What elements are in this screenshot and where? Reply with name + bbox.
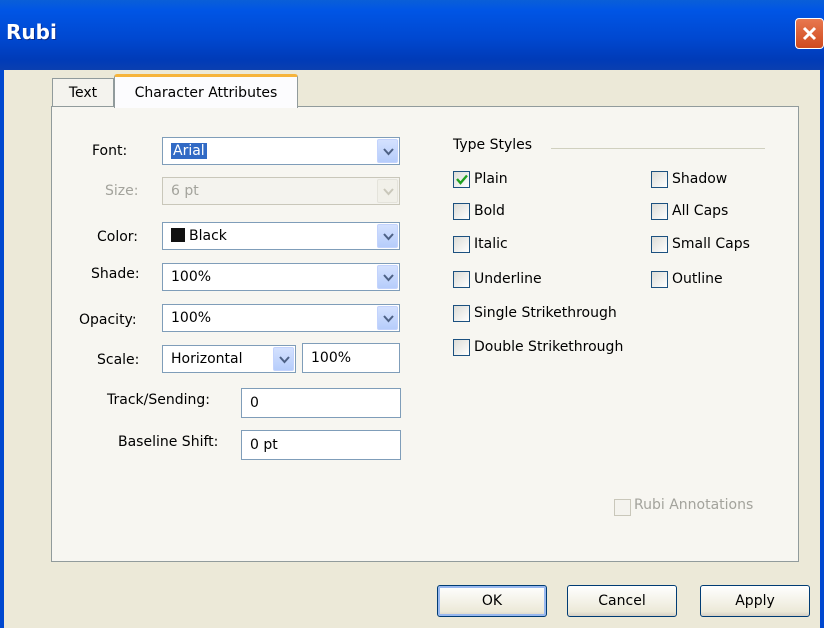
bold-label: Bold xyxy=(474,203,505,219)
tab-character-attributes[interactable]: Character Attributes xyxy=(114,74,298,108)
bold-checkbox[interactable] xyxy=(453,203,470,220)
font-select[interactable]: Arial xyxy=(162,137,400,165)
small-caps-label: Small Caps xyxy=(672,236,750,252)
opacity-select[interactable]: 100% xyxy=(162,304,400,332)
small-caps-checkbox[interactable] xyxy=(651,236,668,253)
outline-label: Outline xyxy=(672,271,723,287)
type-styles-title: Type Styles xyxy=(453,137,533,153)
font-dropdown-button[interactable] xyxy=(377,139,398,163)
ok-button[interactable]: OK xyxy=(437,585,547,617)
track-input[interactable]: 0 xyxy=(241,388,401,418)
baseline-input[interactable]: 0 pt xyxy=(241,430,401,460)
color-dropdown-button[interactable] xyxy=(377,224,398,248)
opacity-label: Opacity: xyxy=(79,312,137,328)
color-value: Black xyxy=(189,228,227,244)
italic-label: Italic xyxy=(474,236,508,252)
chevron-down-icon xyxy=(383,315,394,323)
track-label: Track/Sending: xyxy=(107,392,210,408)
group-divider xyxy=(551,148,765,149)
font-value: Arial xyxy=(171,143,207,159)
size-dropdown-button[interactable] xyxy=(377,179,398,203)
close-button[interactable] xyxy=(795,18,824,49)
scale-label: Scale: xyxy=(97,352,140,368)
checkmark-icon xyxy=(456,174,468,185)
rubi-annotations-checkbox[interactable] xyxy=(614,499,631,516)
cancel-button[interactable]: Cancel xyxy=(567,585,677,617)
chevron-down-icon xyxy=(383,188,394,196)
shade-select[interactable]: 100% xyxy=(162,263,400,291)
chevron-down-icon xyxy=(383,148,394,156)
size-select[interactable]: 6 pt xyxy=(162,177,400,205)
size-label: Size: xyxy=(105,183,139,199)
baseline-label: Baseline Shift: xyxy=(118,434,219,450)
scale-dropdown-button[interactable] xyxy=(273,347,294,371)
window-frame-left xyxy=(0,70,4,628)
scale-value-input[interactable]: 100% xyxy=(302,343,400,373)
font-label: Font: xyxy=(92,143,128,159)
shadow-checkbox[interactable] xyxy=(651,171,668,188)
color-select[interactable]: Black xyxy=(162,222,400,250)
plain-label: Plain xyxy=(474,171,508,187)
scale-direction-value: Horizontal xyxy=(171,351,243,367)
color-swatch xyxy=(171,228,185,242)
rubi-annotations-label: Rubi Annotations xyxy=(634,497,754,513)
shade-label: Shade: xyxy=(91,266,140,282)
single-strikethrough-label: Single Strikethrough xyxy=(474,305,617,321)
all-caps-label: All Caps xyxy=(672,203,729,219)
all-caps-checkbox[interactable] xyxy=(651,203,668,220)
size-value: 6 pt xyxy=(171,183,199,199)
shade-dropdown-button[interactable] xyxy=(377,265,398,289)
chevron-down-icon xyxy=(279,356,290,364)
plain-checkbox[interactable] xyxy=(453,171,470,188)
window-title: Rubi xyxy=(6,20,57,44)
close-icon xyxy=(802,26,817,41)
opacity-value: 100% xyxy=(171,310,212,326)
shade-value: 100% xyxy=(171,269,212,285)
apply-button[interactable]: Apply xyxy=(700,585,810,617)
tab-text[interactable]: Text xyxy=(52,78,114,107)
underline-label: Underline xyxy=(474,271,542,287)
italic-checkbox[interactable] xyxy=(453,236,470,253)
scale-direction-select[interactable]: Horizontal xyxy=(162,345,296,373)
chevron-down-icon xyxy=(383,274,394,282)
chevron-down-icon xyxy=(383,233,394,241)
single-strikethrough-checkbox[interactable] xyxy=(453,305,470,322)
double-strikethrough-label: Double Strikethrough xyxy=(474,339,624,355)
shadow-label: Shadow xyxy=(672,171,728,187)
opacity-dropdown-button[interactable] xyxy=(377,306,398,330)
title-bar: Rubi xyxy=(0,0,824,70)
color-label: Color: xyxy=(97,229,139,245)
window-frame-right xyxy=(820,70,824,628)
outline-checkbox[interactable] xyxy=(651,271,668,288)
underline-checkbox[interactable] xyxy=(453,271,470,288)
double-strikethrough-checkbox[interactable] xyxy=(453,339,470,356)
